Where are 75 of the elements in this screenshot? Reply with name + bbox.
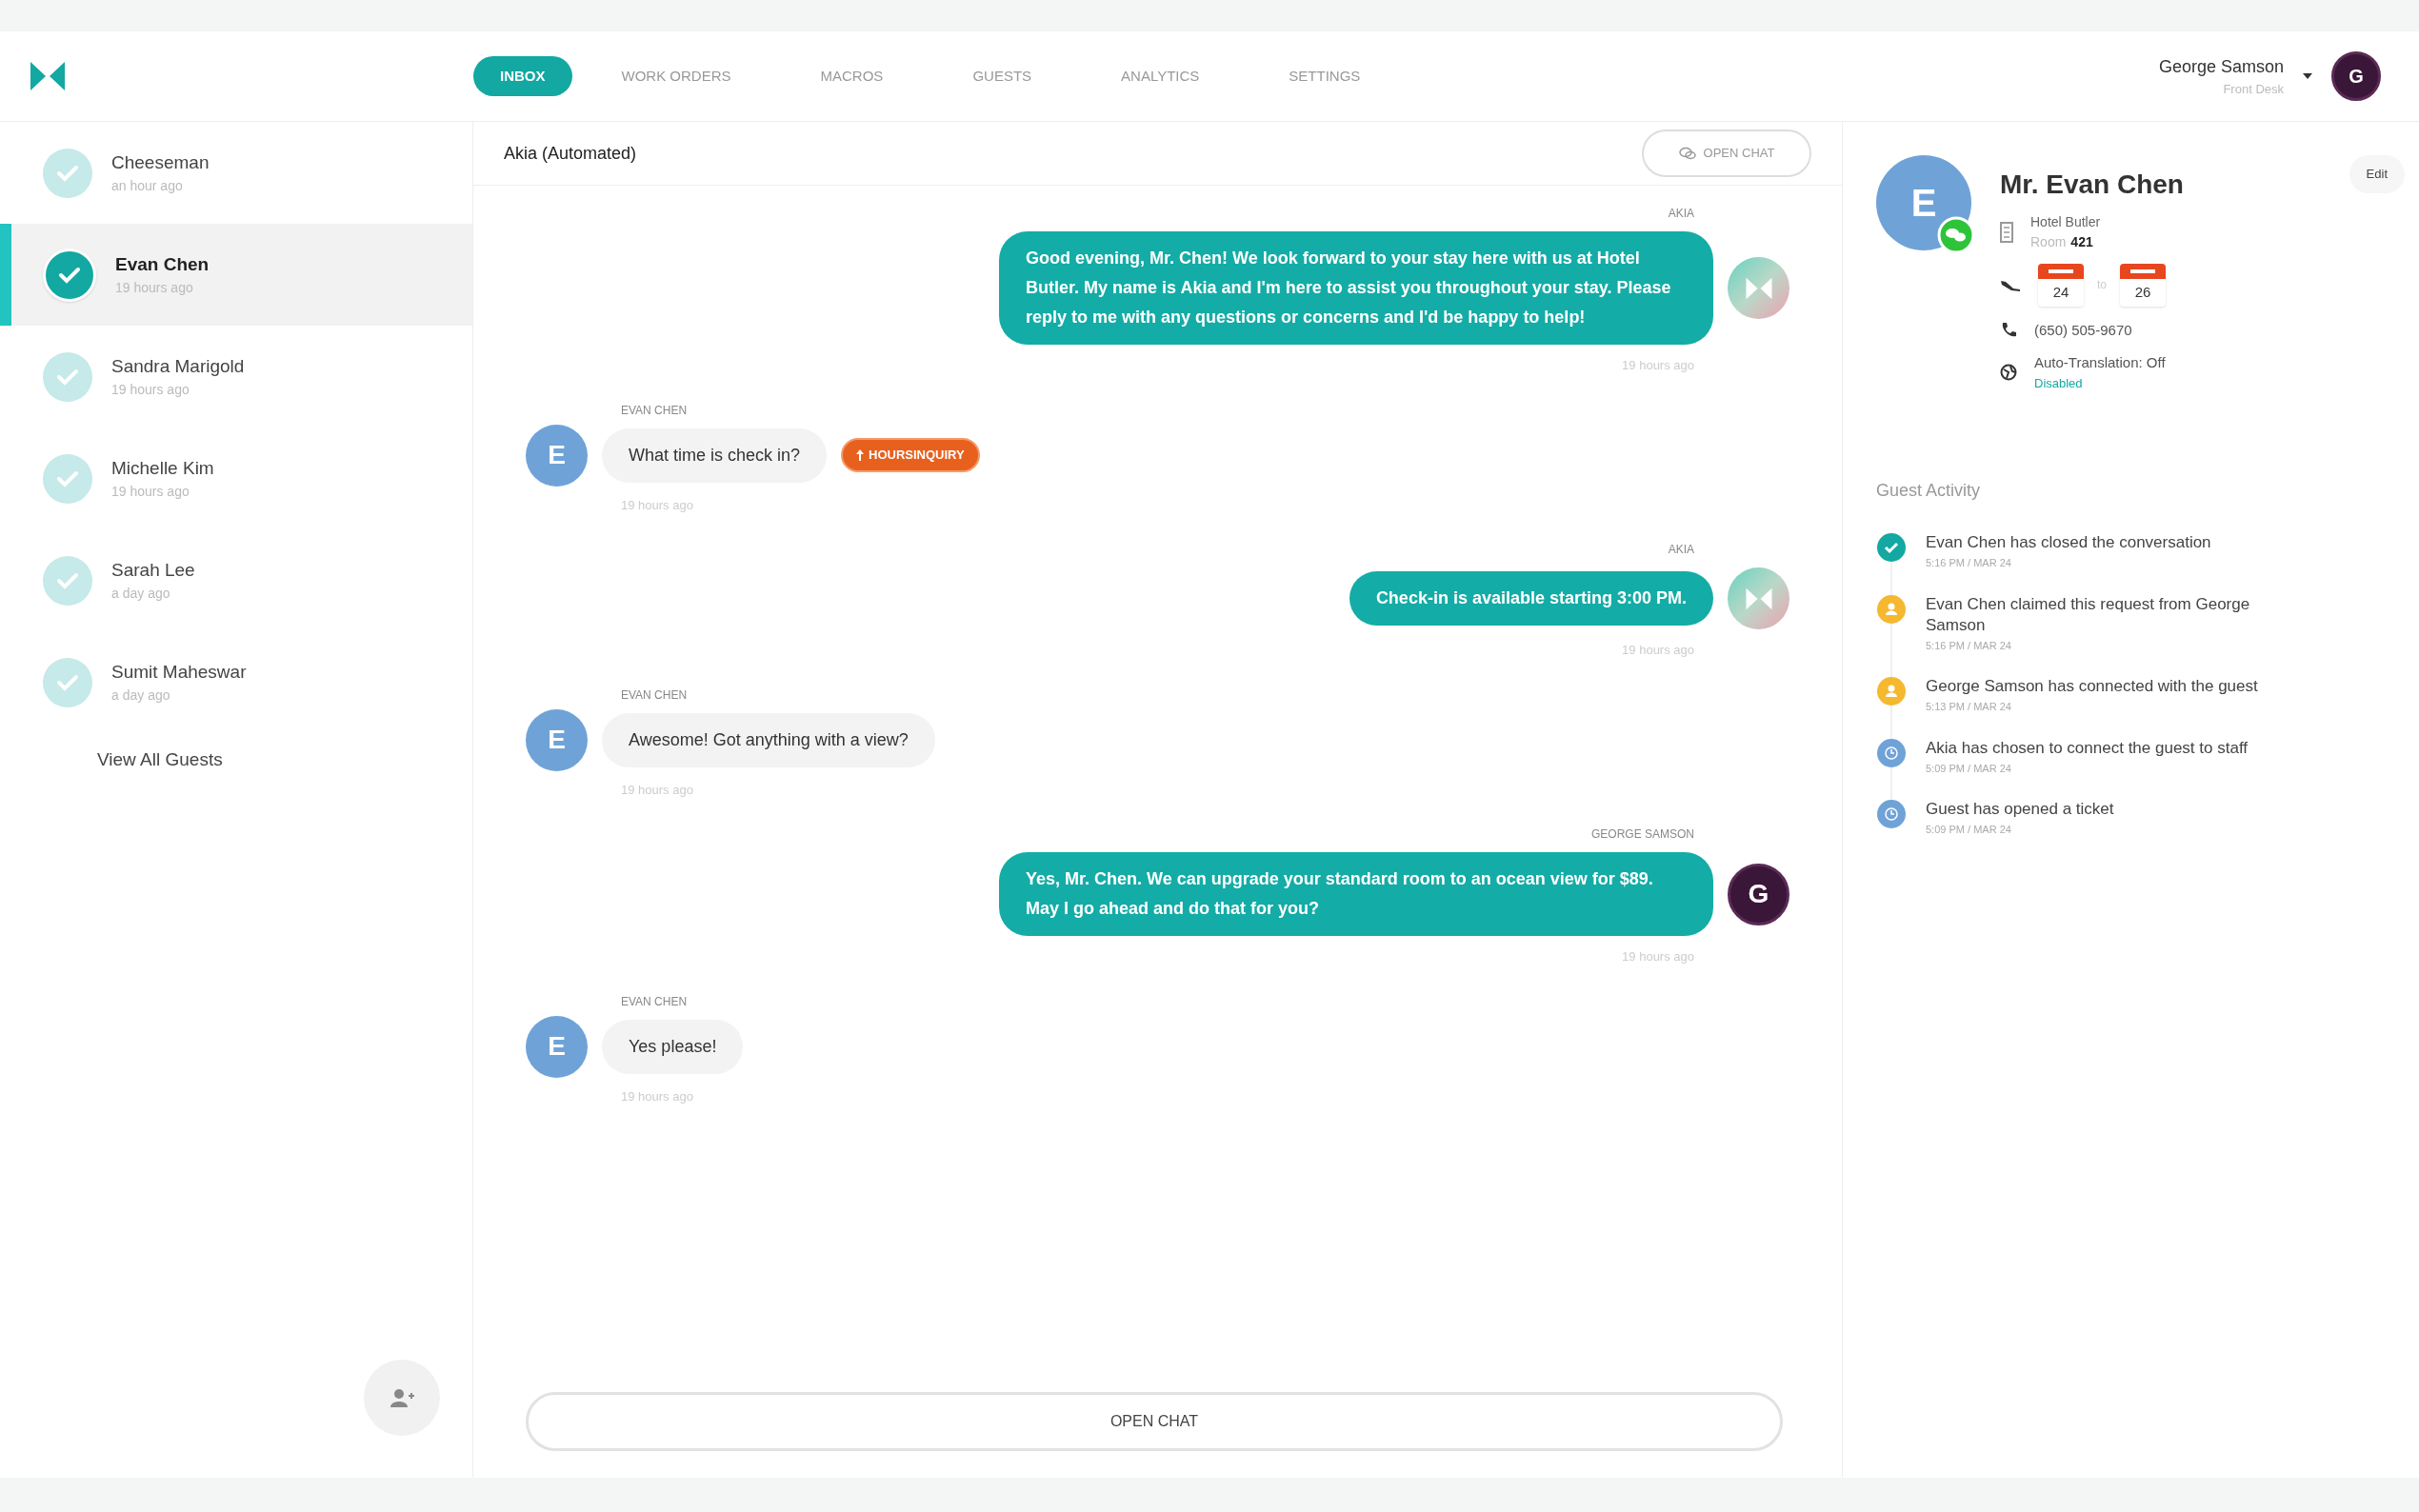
calendar-date: 26 xyxy=(2120,264,2166,307)
activity-time: 5:09 PM / MAR 24 xyxy=(1926,761,2012,776)
activity-text: Guest has opened a ticket xyxy=(1926,799,2114,820)
sender-name: EVAN CHEN xyxy=(621,686,689,704)
user-avatar: G xyxy=(1728,863,1789,925)
sender-name: AKIA xyxy=(1668,206,1694,222)
tag-label: HOURSINQUIRY xyxy=(869,447,965,465)
sender-name: EVAN CHEN xyxy=(621,402,689,419)
guest-name: Michelle Kim xyxy=(111,456,214,480)
guest-name: Evan Chen xyxy=(115,252,210,276)
guest-name: Sandra Marigold xyxy=(111,354,245,378)
guest-name: Mr. Evan Chen xyxy=(2000,169,2184,201)
check-icon xyxy=(43,453,92,504)
guest-time: 19 hours ago xyxy=(111,381,190,400)
building-icon xyxy=(2000,222,2013,243)
guest-time: a day ago xyxy=(111,585,171,604)
edit-button[interactable]: Edit xyxy=(2349,155,2405,193)
message-bubble: Check-in is available starting 3:00 PM. xyxy=(1349,571,1713,626)
arrow-up-icon xyxy=(856,449,865,461)
sender-name: AKIA xyxy=(1668,542,1694,558)
guest-time: an hour ago xyxy=(111,177,184,196)
user-name: George Samson xyxy=(2158,55,2284,78)
phone-number: (650) 505-9670 xyxy=(2034,320,2132,340)
guest-item[interactable]: Michelle Kim 19 hours ago xyxy=(0,428,472,529)
user-avatar[interactable]: G xyxy=(2331,51,2381,101)
guest-name: Cheeseman xyxy=(111,150,210,174)
activity-text: Evan Chen has closed the conversation xyxy=(1926,532,2211,553)
check-icon xyxy=(43,351,92,402)
logo-icon xyxy=(29,60,67,92)
activity-time: 5:16 PM / MAR 24 xyxy=(1926,556,2012,570)
guest-item[interactable]: Sumit Maheswar a day ago xyxy=(0,631,472,733)
open-chat-button[interactable]: OPEN CHAT xyxy=(526,1392,1783,1451)
chat-badge-icon xyxy=(1937,216,1975,254)
check-icon xyxy=(43,148,92,198)
room-number: 421 xyxy=(2070,233,2093,251)
guest-time: 19 hours ago xyxy=(111,483,190,502)
chat-title: Akia (Automated) xyxy=(504,142,637,165)
chat-icon xyxy=(1678,147,1696,160)
check-icon xyxy=(43,555,92,606)
translation-status: Disabled xyxy=(2034,374,2084,392)
guest-item[interactable]: Cheeseman an hour ago xyxy=(0,122,472,224)
sender-name: GEORGE SAMSON xyxy=(1590,826,1694,843)
message-bubble: Yes, Mr. Chen. We can upgrade your standard room to an ocean view for $89. May I go ahead and do that for you? xyxy=(999,852,1713,936)
room-label: Room xyxy=(2030,233,2067,251)
check-icon xyxy=(43,248,96,302)
guest-item[interactable]: Sarah Lee a day ago xyxy=(0,529,472,631)
sender-name: EVAN CHEN xyxy=(621,993,689,1010)
caret-icon[interactable] xyxy=(2303,73,2312,79)
activity-time: 5:16 PM / MAR 24 xyxy=(1926,638,2012,653)
activity-text: George Samson has connected with the guest xyxy=(1926,676,2258,697)
activity-text: Akia has chosen to connect the guest to staff xyxy=(1926,737,2249,759)
check-icon xyxy=(43,657,92,707)
message-bubble: Awesome! Got anything with a view? xyxy=(602,712,935,767)
view-all-guests-link[interactable]: View All Guests xyxy=(97,746,472,774)
hotel-name: Hotel Butler xyxy=(2030,213,2101,231)
phone-icon xyxy=(2000,321,2017,339)
guest-name: Sarah Lee xyxy=(111,558,195,582)
section-title: Guest Activity xyxy=(1876,480,1982,502)
calendar-date: 24 xyxy=(2038,264,2084,307)
add-person-icon xyxy=(390,1388,414,1407)
translation-setting: Auto-Translation: Off xyxy=(2034,353,2166,372)
guest-time: a day ago xyxy=(111,686,171,706)
user-avatar: E xyxy=(526,708,588,771)
activity-text: Evan Chen claimed this request from George Samson xyxy=(1926,593,2251,636)
message-bubble: Good evening, Mr. Chen! We look forward to your stay here with us at Hotel Butler. My name is Akia and I'm here to assist you throughout your stay. Please reply to me with any questions or concerns and I'd be happy to help! xyxy=(999,231,1713,345)
globe-icon xyxy=(2000,364,2017,381)
activity-time: 5:09 PM / MAR 24 xyxy=(1926,823,2012,837)
activity-time: 5:13 PM / MAR 24 xyxy=(1926,700,2012,714)
user-avatar: E xyxy=(526,424,588,487)
message-bubble: Yes please! xyxy=(602,1019,744,1074)
user-avatar: E xyxy=(526,1015,588,1078)
message-bubble: What time is check in? xyxy=(602,428,828,483)
guest-name: Sumit Maheswar xyxy=(111,660,247,684)
guest-item[interactable]: Sandra Marigold 19 hours ago xyxy=(0,326,472,428)
user-role: Front Desk xyxy=(2223,80,2284,98)
